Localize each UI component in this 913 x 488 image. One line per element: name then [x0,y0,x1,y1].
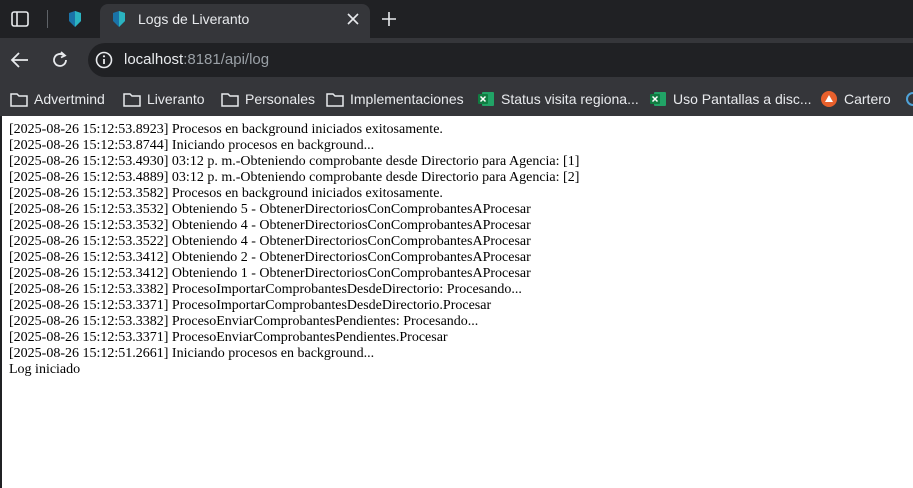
folder-icon [326,93,344,107]
bookmark-uso-pantallas[interactable]: Uso Pantallas a disc... [649,89,812,109]
cartero-icon [821,91,837,107]
bookmark-liveranto[interactable]: Liveranto [123,89,205,109]
bookmarks-bar: Advertmind Liveranto Personales Implemen… [0,82,913,116]
liveranto-logo-icon [69,11,81,27]
bookmark-status-visita[interactable]: Status visita regiona... [477,89,639,109]
log-line: [2025-08-26 15:12:53.4889] 03:12 p. m.-O… [9,170,580,185]
log-line: [2025-08-26 15:12:51.2661] Iniciando pro… [9,346,375,361]
log-line: [2025-08-26 15:12:53.3382] ProcesoImport… [9,282,522,297]
log-line: Log iniciado [9,362,81,377]
folder-icon [10,93,28,107]
site-info-icon[interactable] [95,51,113,69]
log-line: [2025-08-26 15:12:53.3412] Obteniendo 1 … [9,266,531,281]
reload-icon[interactable] [48,48,72,72]
log-line: [2025-08-26 15:12:53.3522] Obteniendo 4 … [9,234,531,249]
liveranto-logo-icon [113,11,125,27]
bookmark-personales[interactable]: Personales [221,89,315,109]
close-tab-icon[interactable] [344,10,362,28]
bookmark-advertmind[interactable]: Advertmind [10,89,105,109]
log-line: [2025-08-26 15:12:53.3382] ProcesoEnviar… [9,314,479,329]
log-line: [2025-08-26 15:12:53.8744] Iniciando pro… [9,138,375,153]
new-tab-icon[interactable] [378,8,400,30]
log-content: [2025-08-26 15:12:53.8923] Procesos en b… [2,116,913,488]
log-line: [2025-08-26 15:12:53.3532] Obteniendo 5 … [9,202,531,217]
tab-actions-icon[interactable] [8,8,32,30]
log-line: [2025-08-26 15:12:53.3412] Obteniendo 2 … [9,250,531,265]
tab-strip: Logs de Liveranto [0,0,913,38]
tab-title: Logs de Liveranto [138,11,250,27]
log-line: [2025-08-26 15:12:53.3532] Obteniendo 4 … [9,218,531,233]
url-text: localhost:8181/api/log [124,51,269,68]
tab-separator [47,10,48,28]
log-line: [2025-08-26 15:12:53.3371] ProcesoEnviar… [9,330,448,345]
bookmark-cartero[interactable]: Cartero [820,89,891,109]
log-line: [2025-08-26 15:12:53.4930] 03:12 p. m.-O… [9,154,580,169]
folder-icon [123,93,141,107]
log-line: [2025-08-26 15:12:53.8923] Procesos en b… [9,122,443,137]
browser-toolbar: localhost:8181/api/log [0,38,913,82]
url-host: localhost [124,51,184,68]
folder-icon [221,93,239,107]
bookmark-overflow-icon[interactable] [905,89,913,109]
log-line: [2025-08-26 15:12:53.3582] Procesos en b… [9,186,443,201]
excel-icon [650,92,666,106]
excel-icon [478,92,494,106]
log-line: [2025-08-26 15:12:53.3371] ProcesoImport… [9,298,492,313]
back-arrow-icon[interactable] [8,48,32,72]
tab-logs-de-liveranto[interactable]: Logs de Liveranto [100,4,370,38]
address-bar[interactable]: localhost:8181/api/log [88,43,913,77]
bookmark-implementaciones[interactable]: Implementaciones [326,89,464,109]
url-path: :8181/api/log [183,51,270,68]
pinned-tab[interactable] [58,4,92,34]
